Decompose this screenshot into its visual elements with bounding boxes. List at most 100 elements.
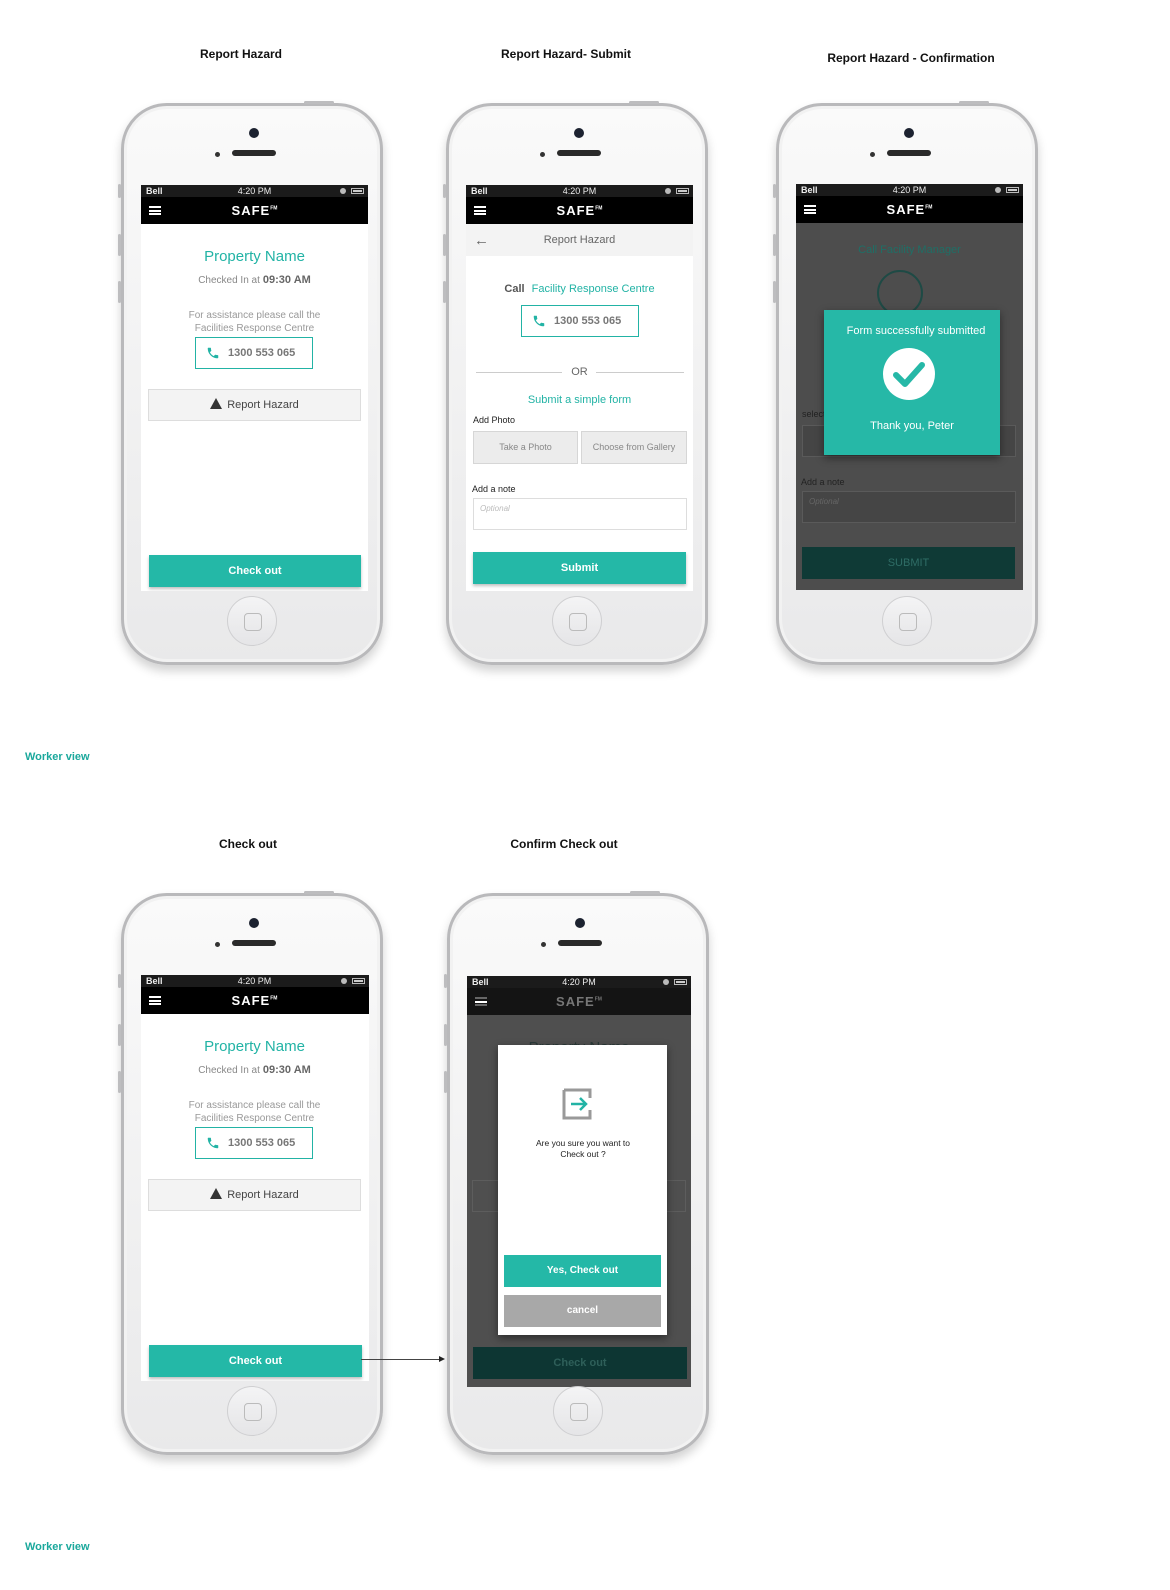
bg-add-note-label: Add a note bbox=[801, 477, 845, 487]
success-title: Form successfully submitted bbox=[846, 325, 986, 337]
sensor bbox=[215, 152, 220, 157]
home-button bbox=[227, 1386, 277, 1436]
app-bar: SAFEFM bbox=[796, 196, 1023, 223]
status-time: 4:20 PM bbox=[562, 977, 596, 987]
volume-button bbox=[773, 184, 776, 198]
phone-number: 1300 553 065 bbox=[228, 1137, 296, 1149]
call-target[interactable]: Facility Response Centre bbox=[532, 283, 655, 295]
front-camera bbox=[249, 918, 259, 928]
report-hazard-button[interactable]: Report Hazard bbox=[148, 1179, 361, 1211]
screen-title-confirm-check-out: Confirm Check out bbox=[510, 837, 618, 851]
alarm-icon bbox=[663, 979, 669, 985]
phone-screen: Bell 4:20 PM SAFEFM Call Facility Manage… bbox=[796, 184, 1023, 590]
app-logo: SAFEFM bbox=[886, 202, 933, 217]
bg-call-manager: Call Facility Manager bbox=[858, 244, 961, 256]
power-button bbox=[959, 101, 989, 104]
front-camera bbox=[574, 128, 584, 138]
front-camera bbox=[904, 128, 914, 138]
checked-in-text: Checked In at 09:30 AM bbox=[198, 1064, 311, 1076]
screen-title-report-hazard: Report Hazard bbox=[199, 47, 282, 61]
speaker bbox=[557, 150, 601, 156]
phone-icon bbox=[207, 1137, 219, 1149]
app-bar: SAFEFM bbox=[467, 988, 691, 1015]
divider bbox=[596, 372, 684, 373]
volume-button bbox=[773, 281, 776, 303]
yes-check-out-button[interactable]: Yes, Check out bbox=[504, 1255, 661, 1287]
section-label-worker-view: Worker view bbox=[25, 1541, 90, 1553]
speaker bbox=[232, 940, 276, 946]
volume-button bbox=[443, 184, 446, 198]
note-input[interactable]: Optional bbox=[473, 498, 687, 530]
status-bar: Bell 4:20 PM bbox=[467, 976, 691, 988]
battery-icon bbox=[674, 979, 687, 985]
sensor bbox=[541, 942, 546, 947]
phone-number: 1300 553 065 bbox=[228, 347, 296, 359]
battery-icon bbox=[351, 188, 364, 194]
sub-header: ← Report Hazard bbox=[466, 224, 693, 256]
screen-title-check-out: Check out bbox=[218, 837, 277, 851]
phone-frame: Bell 4:20 PM SAFEFM Property Name Check … bbox=[444, 891, 709, 1455]
power-button bbox=[304, 101, 334, 104]
battery-icon bbox=[352, 978, 365, 984]
simple-form-link[interactable]: Submit a simple form bbox=[466, 394, 693, 406]
add-photo-label: Add Photo bbox=[473, 415, 516, 425]
alarm-icon bbox=[340, 188, 346, 194]
speaker bbox=[232, 150, 276, 156]
check-out-button[interactable]: Check out bbox=[149, 1345, 362, 1377]
app-bar: SAFEFM bbox=[466, 197, 693, 224]
phone-screen: Bell 4:20 PM SAFEFM Property Name Checke… bbox=[141, 975, 369, 1381]
status-time: 4:20 PM bbox=[237, 186, 272, 196]
power-button bbox=[304, 891, 334, 894]
property-name: Property Name bbox=[204, 1038, 305, 1055]
check-circle-icon bbox=[883, 348, 935, 400]
status-bar: Bell 4:20 PM bbox=[796, 184, 1023, 196]
checkout-exit-icon bbox=[562, 1088, 592, 1120]
home-button bbox=[882, 596, 932, 646]
report-hazard-button[interactable]: Report Hazard bbox=[148, 389, 361, 421]
app-bar: SAFEFM bbox=[141, 197, 368, 224]
status-bar: Bell 4:20 PM bbox=[141, 975, 369, 987]
bg-check-out-button: Check out bbox=[473, 1347, 687, 1379]
sub-header-title: Report Hazard bbox=[543, 234, 616, 246]
app-logo: SAFEFM bbox=[556, 994, 602, 1009]
cancel-button[interactable]: cancel bbox=[504, 1295, 661, 1327]
bg-select-label: select bbox=[802, 409, 826, 419]
checked-in-text: Checked In at 09:30 AM bbox=[198, 274, 311, 286]
phone-frame: Bell 4:20 PM SAFEFM Call Facility Manage… bbox=[773, 101, 1038, 665]
call-phone-button[interactable]: 1300 553 065 bbox=[521, 305, 639, 337]
volume-button bbox=[444, 1024, 447, 1046]
status-time: 4:20 PM bbox=[892, 185, 927, 195]
submit-button[interactable]: Submit bbox=[473, 552, 686, 584]
choose-gallery-button[interactable]: Choose from Gallery bbox=[581, 431, 687, 464]
flow-arrow-line bbox=[361, 1359, 439, 1360]
phone-screen: Bell 4:20 PM SAFEFM ← Report Hazard Call… bbox=[466, 185, 693, 591]
phone-frame: Bell 4:20 PM SAFEFM Property Name Checke… bbox=[118, 891, 383, 1455]
app-bar: SAFEFM bbox=[141, 987, 369, 1014]
alarm-icon bbox=[341, 978, 347, 984]
speaker bbox=[558, 940, 602, 946]
volume-button bbox=[118, 1024, 121, 1046]
volume-button bbox=[444, 1071, 447, 1093]
phone-icon bbox=[533, 315, 545, 327]
call-phone-button[interactable]: 1300 553 065 bbox=[195, 337, 313, 369]
power-button bbox=[630, 891, 660, 894]
confirm-question: Are you sure you want to Check out ? bbox=[535, 1138, 631, 1159]
sensor bbox=[540, 152, 545, 157]
battery-icon bbox=[676, 188, 689, 194]
alarm-icon bbox=[665, 188, 671, 194]
volume-button bbox=[118, 1071, 121, 1093]
check-out-button[interactable]: Check out bbox=[149, 555, 361, 587]
warning-icon bbox=[210, 398, 223, 409]
sensor bbox=[215, 942, 220, 947]
take-photo-button[interactable]: Take a Photo bbox=[473, 431, 578, 464]
call-phone-button[interactable]: 1300 553 065 bbox=[195, 1127, 313, 1159]
volume-button bbox=[118, 281, 121, 303]
home-button bbox=[227, 596, 277, 646]
app-logo: SAFEFM bbox=[556, 203, 603, 218]
volume-button bbox=[118, 184, 121, 198]
phone-number: 1300 553 065 bbox=[554, 315, 622, 327]
volume-button bbox=[443, 281, 446, 303]
call-line: Call Facility Response Centre bbox=[466, 283, 693, 295]
call-label: Call bbox=[504, 283, 525, 295]
power-button bbox=[629, 101, 659, 104]
